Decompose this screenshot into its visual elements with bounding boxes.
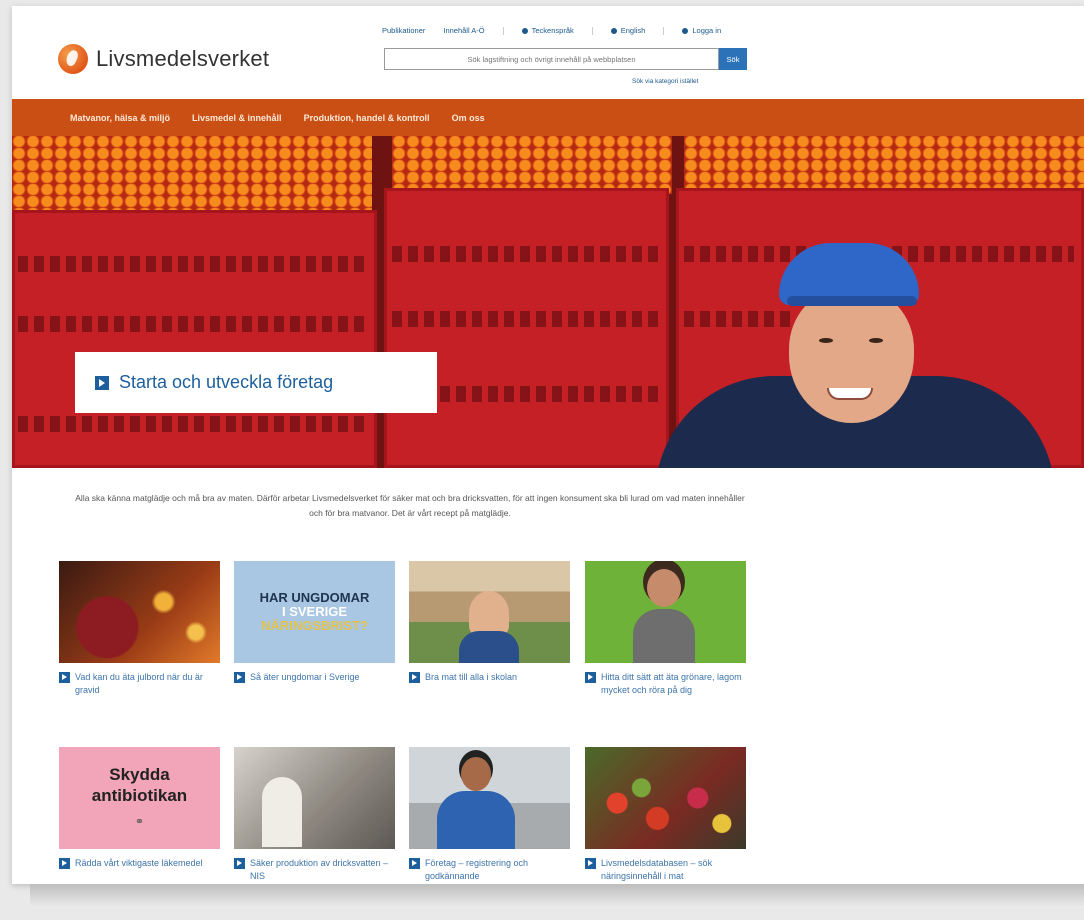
youth-nutrition-image: HAR UNGDOMAR I SVERIGE NÄRINGSBRIST? (234, 561, 395, 663)
arrow-right-icon (95, 375, 109, 390)
toplink-label: Innehåll A-Ö (443, 26, 485, 35)
crate-slots (18, 316, 368, 332)
crate-slots (392, 311, 662, 327)
globe-icon (610, 27, 617, 34)
arrow-right-icon (585, 672, 596, 683)
hero-cta-link[interactable]: Starta och utveckla företag (75, 352, 437, 413)
arrow-right-icon (59, 858, 70, 869)
thumb-text: HAR UNGDOMAR (259, 590, 370, 605)
search-bar: Sök (384, 48, 747, 70)
teaser-caption: Vad kan du äta julbord när du är gravid (75, 672, 203, 695)
divider (502, 26, 504, 35)
intro-text: Alla ska känna matglädje och må bra av m… (75, 493, 745, 518)
christmas-food-image (59, 561, 220, 663)
kitchen-water-image (234, 747, 395, 849)
teaser-card[interactable]: Säker produktion av dricksvatten – NIS (234, 747, 395, 883)
top-links: Publikationer Innehåll A-Ö Teckenspråk E… (382, 26, 721, 35)
divider (663, 26, 665, 35)
teaser-caption: Livsmedelsdatabasen – sök näringsinnehål… (601, 858, 713, 881)
teaser-card[interactable]: HAR UNGDOMAR I SVERIGE NÄRINGSBRIST? Så … (234, 561, 395, 684)
fresh-produce-image (585, 747, 746, 849)
page-shadow (30, 884, 1084, 906)
logo-icon (58, 44, 88, 74)
thumb-text: NÄRINGSBRIST? (261, 618, 368, 633)
site-logo[interactable]: Livsmedelsverket (58, 44, 269, 74)
nav-item-about[interactable]: Om oss (452, 113, 485, 123)
hero-cta-label: Starta och utveckla företag (119, 372, 334, 392)
smiling-worker-image (647, 238, 1057, 468)
school-lunch-image (409, 561, 570, 663)
toplink-label: English (620, 26, 646, 35)
tomato-crate-top-right (684, 136, 1084, 194)
category-search-link[interactable]: Sök via kategori istället (632, 78, 698, 85)
teaser-caption: Hitta ditt sätt att äta grönare, lagom m… (601, 672, 742, 695)
logo-text: Livsmedelsverket (96, 46, 270, 71)
chef-image (409, 747, 570, 849)
teaser-caption: Så äter ungdomar i Sverige (250, 672, 360, 682)
teaser-caption: Bra mat till alla i skolan (425, 672, 518, 682)
site-header: Livsmedelsverket Publikationer Innehåll … (12, 6, 1084, 99)
toplink-english[interactable]: English (610, 26, 646, 35)
thumb-text: I SVERIGE (281, 604, 348, 619)
crate-slots (18, 416, 368, 432)
nav-item-food[interactable]: Livsmedel & innehåll (192, 113, 282, 123)
tomato-crate-top-middle (392, 136, 672, 194)
arrow-right-icon (234, 858, 245, 869)
search-button[interactable]: Sök (719, 48, 747, 70)
toplink-a-z[interactable]: Innehåll A-Ö (443, 26, 484, 35)
nav-item-production[interactable]: Produktion, handel & kontroll (304, 113, 430, 123)
teaser-caption: Rädda vårt viktigaste läkemedel (75, 858, 203, 868)
teaser-card[interactable]: Företag – registrering och godkännande (409, 747, 570, 883)
page: Livsmedelsverket Publikationer Innehåll … (12, 6, 1084, 884)
arrow-right-icon (409, 858, 420, 869)
toplink-label: Teckenspråk (531, 26, 574, 35)
divider (591, 26, 593, 35)
toplink-login[interactable]: Logga in (682, 26, 721, 35)
arrow-right-icon (59, 672, 70, 683)
teaser-card[interactable]: Bra mat till alla i skolan (409, 561, 570, 684)
man-with-vegetables-image (585, 561, 746, 663)
teaser-caption: Säker produktion av dricksvatten – NIS (250, 858, 389, 881)
teaser-card[interactable]: Skydda antibiotikan ⚭ Rädda vårt viktiga… (59, 747, 220, 870)
hand-icon (521, 27, 528, 34)
toplink-label: Logga in (692, 26, 722, 35)
teaser-caption: Företag – registrering och godkännande (425, 858, 529, 881)
nav-item-health[interactable]: Matvanor, hälsa & miljö (70, 113, 170, 123)
lock-icon (682, 27, 689, 34)
crate-slots (392, 246, 662, 262)
chain-link-icon: ⚭ (134, 815, 145, 828)
search-input[interactable] (384, 48, 719, 70)
teaser-card[interactable]: Livsmedelsdatabasen – sök näringsinnehål… (585, 747, 746, 883)
toplink-publications[interactable]: Publikationer (382, 26, 425, 35)
crate-stack-middle (384, 188, 669, 468)
teaser-card[interactable]: Hitta ditt sätt att äta grönare, lagom m… (585, 561, 746, 697)
crate-slots (18, 256, 368, 272)
thumb-text: antibiotikan (91, 785, 188, 805)
antibiotics-image: Skydda antibiotikan ⚭ (59, 747, 220, 849)
toplink-sign-language[interactable]: Teckenspråk (521, 26, 574, 35)
toplink-label: Publikationer (382, 26, 426, 35)
main-nav: Matvanor, hälsa & miljö Livsmedel & inne… (12, 99, 1084, 136)
arrow-right-icon (409, 672, 420, 683)
arrow-right-icon (585, 858, 596, 869)
hero-banner: Starta och utveckla företag (12, 136, 1084, 468)
arrow-right-icon (234, 672, 245, 683)
thumb-text: Skydda (109, 764, 170, 784)
tomato-crate-top-left (12, 136, 372, 216)
teaser-card[interactable]: Vad kan du äta julbord när du är gravid (59, 561, 220, 697)
